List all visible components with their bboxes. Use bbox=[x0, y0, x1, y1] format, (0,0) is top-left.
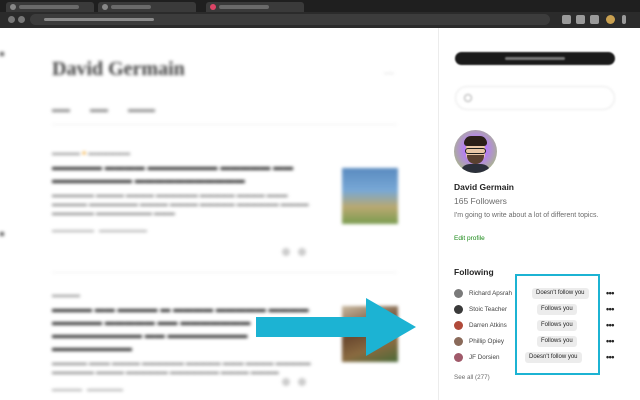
avatar[interactable] bbox=[454, 130, 497, 173]
nav-icon[interactable] bbox=[0, 52, 4, 56]
avatar[interactable] bbox=[454, 337, 463, 346]
browser-chrome bbox=[0, 0, 640, 28]
page-title: David Germain bbox=[52, 58, 185, 80]
story-excerpt: ▬▬▬▬▬▬ ▬▬▬▬ ▬▬▬▬ ▬▬▬▬▬▬ ▬▬▬▬▬ ▬▬▬▬ ▬▬▬ ▬… bbox=[52, 192, 309, 217]
edit-profile-link[interactable]: Edit profile bbox=[454, 235, 485, 242]
search-input[interactable] bbox=[455, 86, 615, 110]
address-bar[interactable] bbox=[30, 14, 550, 25]
following-name[interactable]: Darren Atkins bbox=[469, 322, 507, 329]
following-name[interactable]: Stoic Teacher bbox=[469, 306, 507, 313]
tab-about[interactable]: ▬▬▬ bbox=[128, 104, 155, 114]
tab-home[interactable]: ▬▬ bbox=[52, 104, 70, 114]
arrow-shape bbox=[256, 298, 416, 356]
story-thumbnail[interactable] bbox=[342, 168, 398, 224]
more-icon[interactable]: ••• bbox=[606, 352, 614, 362]
browser-tab[interactable] bbox=[206, 2, 304, 12]
extension-icon[interactable] bbox=[562, 15, 571, 24]
avatar[interactable] bbox=[454, 305, 463, 314]
more-icon[interactable]: ••• bbox=[606, 336, 614, 346]
extension-icon[interactable] bbox=[590, 15, 599, 24]
avatar[interactable] bbox=[454, 321, 463, 330]
tab-lists[interactable]: ▬▬ bbox=[90, 104, 108, 114]
story-read-time: ▬▬▬▬▬▬▬ ▬▬▬▬▬▬▬▬ bbox=[52, 228, 148, 234]
reload-icon[interactable] bbox=[18, 16, 25, 23]
more-icon[interactable]: ··· bbox=[384, 68, 394, 79]
divider bbox=[52, 272, 397, 273]
avatar[interactable] bbox=[454, 353, 463, 362]
more-icon[interactable]: ••• bbox=[606, 304, 614, 314]
following-name[interactable]: JF Dorsien bbox=[469, 354, 499, 361]
profile-icon[interactable] bbox=[606, 15, 615, 24]
follow-status-highlight bbox=[515, 274, 600, 375]
divider bbox=[52, 124, 397, 125]
search-icon bbox=[464, 94, 472, 102]
more-icon[interactable]: ••• bbox=[606, 288, 614, 298]
browser-tab[interactable] bbox=[98, 2, 196, 12]
more-icon[interactable] bbox=[298, 378, 306, 386]
extension-icon[interactable] bbox=[576, 15, 585, 24]
tab-strip bbox=[0, 0, 640, 12]
story-headline[interactable]: ▬▬▬▬▬ ▬▬▬▬ ▬▬▬▬▬▬▬ ▬▬▬▬▬ ▬▬ ▬▬▬▬▬▬▬▬ ▬▬▬… bbox=[52, 161, 312, 187]
nav-icon[interactable] bbox=[0, 232, 4, 236]
back-icon[interactable] bbox=[8, 16, 15, 23]
follower-count[interactable]: 165 Followers bbox=[454, 196, 507, 206]
story-card[interactable]: ▬▬▬▬ ● ▬▬▬▬▬▬ ▬▬▬▬▬ ▬▬▬▬ ▬▬▬▬▬▬▬ ▬▬▬▬▬ ▬… bbox=[52, 150, 312, 234]
following-name[interactable]: Phillip Opiey bbox=[469, 338, 504, 345]
more-icon[interactable]: ••• bbox=[606, 320, 614, 330]
more-icon[interactable] bbox=[298, 248, 306, 256]
story-excerpt: ▬▬▬▬▬ ▬▬▬ ▬▬▬▬ ▬▬▬▬▬▬ ▬▬▬▬▬ ▬▬▬ ▬▬▬▬ ▬▬▬… bbox=[52, 360, 311, 376]
avatar[interactable] bbox=[454, 289, 463, 298]
see-all-link[interactable]: See all (277) bbox=[454, 374, 490, 381]
profile-name[interactable]: David Germain bbox=[454, 182, 514, 192]
story-meta: ▬▬▬▬ ● ▬▬▬▬▬▬ bbox=[52, 150, 131, 157]
following-name[interactable]: Richard Apsrah bbox=[469, 290, 512, 297]
bookmark-icon[interactable] bbox=[282, 248, 290, 256]
get-started-button[interactable] bbox=[455, 52, 615, 65]
browser-tab[interactable] bbox=[6, 2, 94, 12]
bookmark-icon[interactable] bbox=[282, 378, 290, 386]
menu-icon[interactable] bbox=[622, 15, 626, 24]
story-read-time: ▬▬▬▬▬ ▬▬▬▬▬▬ bbox=[52, 387, 124, 393]
following-heading: Following bbox=[454, 267, 494, 277]
profile-bio: I'm going to write about a lot of differ… bbox=[454, 212, 599, 219]
profile-tabs: ▬▬ ▬▬ ▬▬▬ bbox=[52, 104, 155, 114]
arrow-right-icon bbox=[256, 298, 416, 356]
